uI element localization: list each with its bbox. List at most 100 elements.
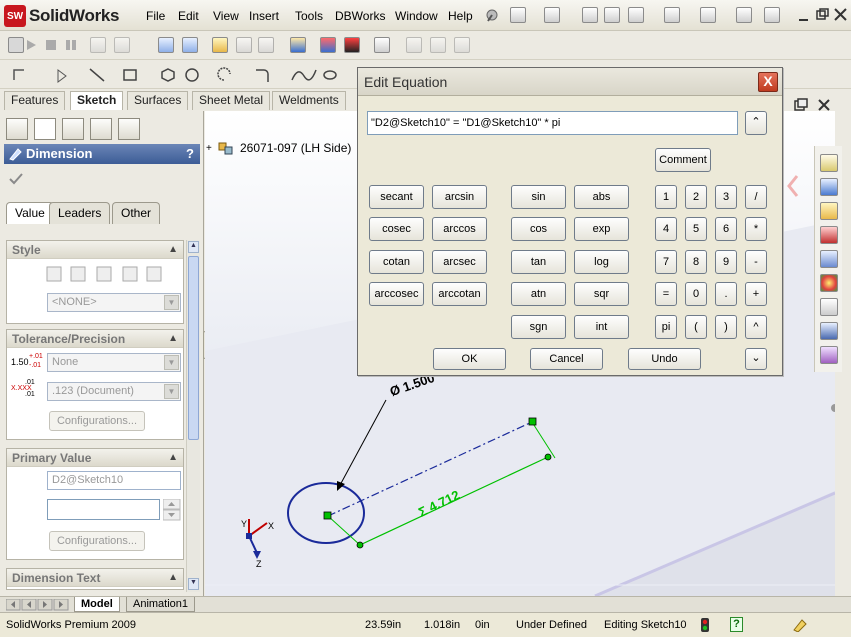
dialog-title-bar[interactable]: Edit Equation <box>358 68 782 96</box>
menu-edit[interactable]: Edit <box>178 9 199 23</box>
func-sqr-button[interactable]: sqr <box>574 282 629 306</box>
func-arccosec-button[interactable]: arccosec <box>369 282 424 306</box>
toolbox-icon[interactable] <box>820 322 838 340</box>
tolerance-type-select[interactable]: None ▼ <box>47 353 181 372</box>
key-2-button[interactable]: 2 <box>685 185 707 209</box>
help-icon[interactable] <box>736 7 752 23</box>
cancel-button[interactable]: Cancel <box>530 348 603 370</box>
document-recovery-icon[interactable] <box>820 346 838 364</box>
menu-window[interactable]: Window <box>395 9 438 23</box>
func-secant-button[interactable]: secant <box>369 185 424 209</box>
tab-sheet-metal[interactable]: Sheet Metal <box>192 91 271 110</box>
style-group-header[interactable]: Style ▲ <box>7 241 183 259</box>
tab-surfaces[interactable]: Surfaces <box>127 91 189 110</box>
open-icon[interactable] <box>544 7 560 23</box>
key-multiply-button[interactable]: * <box>745 217 767 241</box>
collapse-icon[interactable]: ▲ <box>168 330 178 348</box>
func-cosec-button[interactable]: cosec <box>369 217 424 241</box>
style-select[interactable]: <NONE> ▼ <box>47 293 181 312</box>
dimxpert-tab-icon[interactable] <box>90 118 112 140</box>
tab-scroll-arrows-icon[interactable] <box>6 599 70 611</box>
view-palette-icon[interactable] <box>820 250 838 268</box>
key-minus-button[interactable]: - <box>745 250 767 274</box>
key-divide-button[interactable]: / <box>745 185 767 209</box>
save-all-icon[interactable] <box>236 37 252 53</box>
equation-input[interactable]: "D2@Sketch10" = "D1@Sketch10" * pi <box>367 111 738 135</box>
new-document-icon[interactable] <box>510 7 526 23</box>
func-cotan-button[interactable]: cotan <box>369 250 424 274</box>
dimension-name-field[interactable]: D2@Sketch10 <box>47 471 181 490</box>
func-cos-button[interactable]: cos <box>511 217 566 241</box>
stop-icon[interactable] <box>44 38 58 52</box>
primary-value-group-header[interactable]: Primary Value ▲ <box>7 449 183 467</box>
func-exp-button[interactable]: exp <box>574 217 629 241</box>
configurations-button[interactable]: Configurations... <box>49 411 145 431</box>
select-icon[interactable] <box>700 7 716 23</box>
collapse-icon[interactable]: ▲ <box>168 569 178 587</box>
minimize-icon[interactable] <box>798 10 810 22</box>
play-icon[interactable] <box>24 38 38 52</box>
func-sin-button[interactable]: sin <box>511 185 566 209</box>
home-icon[interactable] <box>820 154 838 172</box>
tab-model[interactable]: Model <box>74 597 120 612</box>
key-dot-button[interactable]: . <box>715 282 737 306</box>
filter-icon[interactable] <box>290 37 306 53</box>
collapse-icon[interactable]: ▲ <box>168 241 178 259</box>
help-button[interactable]: ? <box>186 144 194 164</box>
rebuild-status-icon[interactable] <box>700 618 710 632</box>
list-icon[interactable] <box>182 37 198 53</box>
quick-tips-icon[interactable] <box>792 618 808 632</box>
gear-group-icon[interactable] <box>406 37 422 53</box>
feature-tree-root[interactable]: + 26071-097 (LH Side) <box>206 140 351 156</box>
key-4-button[interactable]: 4 <box>655 217 677 241</box>
key-1-button[interactable]: 1 <box>655 185 677 209</box>
func-arccotan-button[interactable]: arccotan <box>432 282 487 306</box>
options-icon[interactable] <box>764 7 780 23</box>
key-9-button[interactable]: 9 <box>715 250 737 274</box>
key-power-button[interactable]: ^ <box>745 315 767 339</box>
close-pane-icon[interactable] <box>817 98 831 112</box>
property-manager-tab-icon[interactable] <box>34 118 56 140</box>
func-sgn-button[interactable]: sgn <box>511 315 566 339</box>
search-icon[interactable] <box>820 226 838 244</box>
configuration-manager-tab-icon[interactable] <box>62 118 84 140</box>
key-7-button[interactable]: 7 <box>655 250 677 274</box>
property-manager-scrollbar[interactable]: ▲ ▼ <box>186 240 200 592</box>
status-help-icon[interactable]: ? <box>730 617 743 632</box>
menu-help[interactable]: Help <box>448 9 473 23</box>
print-icon[interactable] <box>628 7 644 23</box>
tab-animation1[interactable]: Animation1 <box>126 597 196 612</box>
key-0-button[interactable]: 0 <box>685 282 707 306</box>
tab-weldments[interactable]: Weldments <box>272 91 346 110</box>
func-atn-button[interactable]: atn <box>511 282 566 306</box>
tolerance-group-header[interactable]: Tolerance/Precision ▲ <box>7 330 183 348</box>
record-icon[interactable] <box>90 37 106 53</box>
menu-insert[interactable]: Insert <box>249 9 279 23</box>
pause-icon[interactable] <box>64 38 82 52</box>
pin-icon[interactable] <box>484 7 500 23</box>
dialog-close-button[interactable]: X <box>758 72 778 92</box>
appearances-icon[interactable] <box>820 274 838 292</box>
menu-dbworks[interactable]: DBWorks <box>335 9 385 23</box>
comment-button[interactable]: Comment <box>655 148 711 172</box>
expand-down-button[interactable]: ⌄ <box>745 348 767 370</box>
key-plus-button[interactable]: + <box>745 282 767 306</box>
print-preview-icon[interactable] <box>604 7 620 23</box>
configurations-button[interactable]: Configurations... <box>49 531 145 551</box>
component-icon[interactable] <box>320 37 336 53</box>
key-5-button[interactable]: 5 <box>685 217 707 241</box>
undo-button[interactable]: Undo <box>628 348 701 370</box>
key-open-paren-button[interactable]: ( <box>685 315 707 339</box>
mate-icon[interactable] <box>344 37 360 53</box>
edit-macro-icon[interactable] <box>114 37 130 53</box>
scroll-thumb[interactable] <box>188 256 199 440</box>
spin-arrows-icon[interactable] <box>163 499 181 521</box>
key-6-button[interactable]: 6 <box>715 217 737 241</box>
feature-manager-tab-icon[interactable] <box>6 118 28 140</box>
dimension-value-field[interactable] <box>47 499 160 520</box>
collapse-icon[interactable]: ▲ <box>168 449 178 467</box>
func-arcsec-button[interactable]: arcsec <box>432 250 487 274</box>
func-arcsin-button[interactable]: arcsin <box>432 185 487 209</box>
tab-value[interactable]: Value <box>6 202 54 224</box>
func-arccos-button[interactable]: arccos <box>432 217 487 241</box>
